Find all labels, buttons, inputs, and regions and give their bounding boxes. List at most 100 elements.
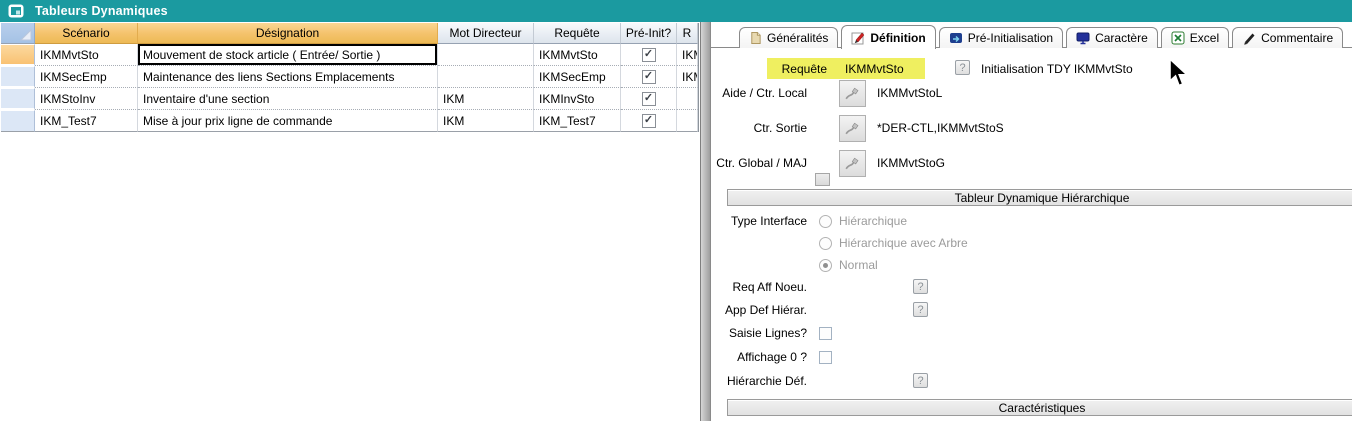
- cell-scenario[interactable]: IKMMvtSto: [35, 44, 138, 66]
- init-help-button[interactable]: ?: [955, 60, 970, 75]
- column-header-mot-directeur[interactable]: Mot Directeur: [438, 23, 534, 44]
- hierarchie-def-help-button[interactable]: ?: [913, 373, 928, 388]
- cell-designation[interactable]: Mise à jour prix ligne de commande: [138, 110, 438, 132]
- app-icon: [8, 4, 24, 18]
- hand-pen-icon: [843, 84, 862, 103]
- cell-pre-init[interactable]: [621, 110, 677, 132]
- pre-init-checkbox[interactable]: [642, 114, 656, 128]
- tab-label: Commentaire: [1261, 31, 1333, 45]
- ctr-global-maj-label: Ctr. Global / MAJ: [713, 156, 807, 170]
- select-all-corner[interactable]: [1, 23, 35, 44]
- row-selector[interactable]: [1, 88, 35, 110]
- sync-icon: [949, 31, 963, 45]
- tab-commentaire[interactable]: Commentaire: [1232, 27, 1343, 48]
- radio-option-hierarchique-avec-arbre[interactable]: Hiérarchique avec Arbre: [819, 234, 968, 252]
- column-header-r[interactable]: R: [677, 23, 698, 44]
- cell-designation[interactable]: Inventaire d'une section: [138, 88, 438, 110]
- cell-scenario[interactable]: IKMSecEmp: [35, 66, 138, 88]
- small-disabled-button[interactable]: [815, 173, 830, 186]
- tab-label: Excel: [1190, 31, 1219, 45]
- radio-label: Hiérarchique: [839, 214, 907, 228]
- requete-label: Requête: [767, 62, 827, 76]
- ctr-global-maj-edit-button[interactable]: [839, 150, 866, 177]
- cell-designation[interactable]: Maintenance des liens Sections Emplaceme…: [138, 66, 438, 88]
- detail-panel: Généralités Définition Pré-Initialisatio…: [711, 22, 1352, 421]
- cell-designation-selected[interactable]: Mouvement de stock article ( Entrée/ Sor…: [138, 44, 438, 66]
- radio-icon[interactable]: [819, 215, 832, 228]
- row-selector[interactable]: [1, 66, 35, 88]
- vertical-splitter[interactable]: [700, 22, 711, 421]
- app-def-hierar-help-button[interactable]: ?: [913, 302, 928, 317]
- cell-requete[interactable]: IKM_Test7: [534, 110, 621, 132]
- cell-requete[interactable]: IKMSecEmp: [534, 66, 621, 88]
- cell-scenario[interactable]: IKMStoInv: [35, 88, 138, 110]
- excel-icon: [1171, 31, 1185, 45]
- scenario-table: Scénario Désignation Mot Directeur Requê…: [1, 23, 699, 132]
- cell-r[interactable]: [677, 110, 698, 132]
- hand-pen-icon: [843, 154, 862, 173]
- radio-label: Normal: [839, 258, 878, 272]
- tab-definition[interactable]: Définition: [841, 25, 935, 49]
- column-header-requete[interactable]: Requête: [534, 23, 621, 44]
- tab-generalites[interactable]: Généralités: [739, 27, 838, 48]
- ctr-sortie-label: Ctr. Sortie: [713, 121, 807, 135]
- section-header-hierarchique: Tableur Dynamique Hiérarchique: [727, 189, 1352, 206]
- radio-option-normal[interactable]: Normal: [819, 256, 878, 274]
- ctr-sortie-value: *DER-CTL,IKMMvtStoS: [877, 121, 1004, 135]
- window-title: Tableurs Dynamiques: [35, 4, 168, 18]
- column-header-designation[interactable]: Désignation: [138, 23, 438, 44]
- column-header-scenario[interactable]: Scénario: [35, 23, 138, 44]
- cell-mot-directeur[interactable]: [438, 66, 534, 88]
- cell-scenario[interactable]: IKM_Test7: [35, 110, 138, 132]
- aide-ctr-local-label: Aide / Ctr. Local: [713, 86, 807, 100]
- corner-triangle-icon: [20, 29, 32, 41]
- radio-option-hierarchique[interactable]: Hiérarchique: [819, 212, 907, 230]
- req-aff-noeu-label: Req Aff Noeu.: [713, 280, 807, 294]
- red-pen-icon: [851, 31, 865, 45]
- cell-requete[interactable]: IKMMvtSto: [534, 44, 621, 66]
- affichage-0-label: Affichage 0 ?: [713, 350, 807, 364]
- affichage-0-checkbox[interactable]: [819, 351, 832, 364]
- pre-init-checkbox[interactable]: [642, 70, 656, 84]
- mouse-cursor-icon: [1168, 58, 1190, 91]
- tab-pre-initialisation[interactable]: Pré-Initialisation: [939, 27, 1063, 48]
- ctr-sortie-edit-button[interactable]: [839, 115, 866, 142]
- type-interface-label: Type Interface: [713, 214, 807, 228]
- section-header-caracteristiques: Caractéristiques: [727, 399, 1352, 416]
- initialisation-text: Initialisation TDY IKMMvtSto: [981, 62, 1133, 76]
- row-selector[interactable]: [1, 44, 35, 66]
- tab-excel[interactable]: Excel: [1161, 27, 1229, 48]
- column-header-pre-init[interactable]: Pré-Init?: [621, 23, 677, 44]
- app-window: Tableurs Dynamiques Scénario Désignation…: [0, 0, 1352, 421]
- saisie-lignes-checkbox[interactable]: [819, 327, 832, 340]
- tab-label: Pré-Initialisation: [968, 31, 1053, 45]
- tab-caractere[interactable]: Caractère: [1066, 27, 1158, 48]
- cell-r[interactable]: IKM: [677, 66, 698, 88]
- cell-pre-init[interactable]: [621, 88, 677, 110]
- window-titlebar: Tableurs Dynamiques: [0, 0, 1352, 22]
- cell-requete[interactable]: IKMInvSto: [534, 88, 621, 110]
- cell-mot-directeur[interactable]: [438, 44, 534, 66]
- cell-r[interactable]: IKM: [677, 44, 698, 66]
- aide-ctr-local-edit-button[interactable]: [839, 80, 866, 107]
- cell-pre-init[interactable]: [621, 66, 677, 88]
- radio-icon[interactable]: [819, 259, 832, 272]
- radio-icon[interactable]: [819, 237, 832, 250]
- requete-value[interactable]: IKMMvtSto: [845, 62, 904, 76]
- req-aff-noeu-help-button[interactable]: ?: [913, 279, 928, 294]
- pre-init-checkbox[interactable]: [642, 92, 656, 106]
- pre-init-checkbox[interactable]: [642, 48, 656, 62]
- document-icon: [749, 31, 762, 45]
- tab-label: Caractère: [1095, 31, 1148, 45]
- requete-field-highlight[interactable]: Requête IKMMvtSto: [767, 58, 925, 79]
- monitor-icon: [1076, 31, 1090, 45]
- row-selector[interactable]: [1, 110, 35, 132]
- cell-pre-init[interactable]: [621, 44, 677, 66]
- tab-label: Généralités: [767, 31, 828, 45]
- cell-mot-directeur[interactable]: IKM: [438, 110, 534, 132]
- hand-pen-icon: [843, 119, 862, 138]
- cell-mot-directeur[interactable]: IKM: [438, 88, 534, 110]
- hierarchie-def-label: Hiérarchie Déf.: [713, 374, 807, 388]
- radio-label: Hiérarchique avec Arbre: [839, 236, 968, 250]
- cell-r[interactable]: [677, 88, 698, 110]
